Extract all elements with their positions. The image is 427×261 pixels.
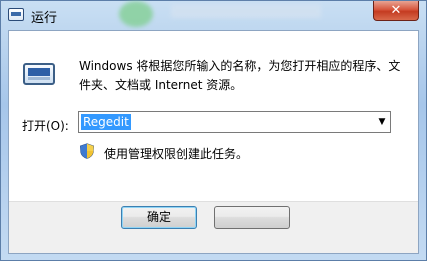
open-input-text[interactable]: Regedit bbox=[81, 114, 131, 130]
admin-rights-text: 使用管理权限创建此任务。 bbox=[104, 147, 249, 161]
window-title: 运行 bbox=[31, 11, 58, 26]
run-dialog-window: 运行 ✕ Windows 将根据您所输入的名称，为您打开相应的程序、文件夹、文档… bbox=[0, 0, 427, 261]
dropdown-arrow-icon[interactable]: ▼ bbox=[374, 112, 390, 132]
background-blur-strip bbox=[171, 4, 321, 18]
dialog-description: Windows 将根据您所输入的名称，为您打开相应的程序、文件夹、文档或 Int… bbox=[79, 59, 401, 92]
dialog-body: Windows 将根据您所输入的名称，为您打开相应的程序、文件夹、文档或 Int… bbox=[8, 30, 419, 254]
uac-shield-icon bbox=[79, 143, 95, 159]
run-program-icon bbox=[23, 63, 55, 85]
close-button[interactable]: ✕ bbox=[373, 1, 419, 21]
title-bar[interactable]: 运行 ✕ bbox=[1, 1, 426, 30]
ok-button-label: 确定 bbox=[146, 210, 171, 224]
ok-button[interactable]: 确定 bbox=[121, 206, 197, 229]
open-label: 打开(O): bbox=[22, 119, 69, 133]
background-blur-icon bbox=[119, 1, 153, 27]
close-icon: ✕ bbox=[390, 3, 402, 18]
cancel-button[interactable] bbox=[214, 206, 290, 229]
open-combobox[interactable]: Regedit ▼ bbox=[78, 111, 391, 133]
run-window-icon bbox=[8, 8, 24, 21]
